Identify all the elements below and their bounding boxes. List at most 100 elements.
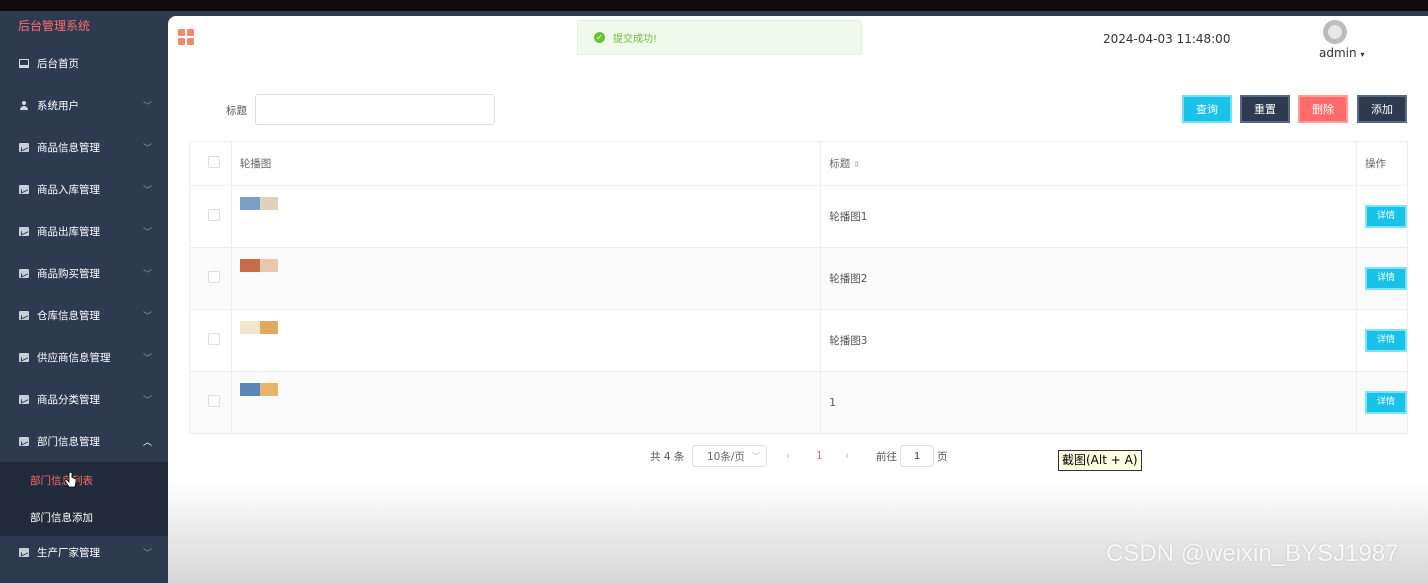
goto-page-input[interactable] xyxy=(900,445,934,467)
row-actions: 详情 xyxy=(1356,247,1408,310)
sidebar-item-purchase[interactable]: 商品购买管理 ﹀ xyxy=(0,252,168,294)
checkbox[interactable] xyxy=(208,271,221,283)
apps-grid-icon[interactable] xyxy=(178,29,195,46)
header-select-all[interactable] xyxy=(189,141,232,186)
sidebar-item-label: 商品分类管理 xyxy=(37,393,100,406)
column-header-actions: 操作 xyxy=(1356,141,1408,186)
sidebar-item-home[interactable]: 后台首页 xyxy=(0,42,168,84)
row-select[interactable] xyxy=(189,247,232,310)
row-select[interactable] xyxy=(189,185,232,248)
page-size-value: 10条/页 xyxy=(707,450,745,463)
detail-button[interactable]: 详情 xyxy=(1365,205,1407,228)
sidebar-item-supplier[interactable]: 供应商信息管理 ﹀ xyxy=(0,336,168,378)
row-actions: 详情 xyxy=(1356,371,1408,434)
detail-button[interactable]: 详情 xyxy=(1365,329,1407,352)
sidebar-item-label: 部门信息管理 xyxy=(37,435,100,448)
row-image-cell xyxy=(230,185,822,248)
row-actions: 详情 xyxy=(1356,185,1408,248)
user-name: admin xyxy=(1319,46,1357,60)
current-page[interactable]: 1 xyxy=(816,445,823,467)
sidebar-subitem-department-add[interactable]: 部门信息添加 xyxy=(0,499,168,536)
row-select[interactable] xyxy=(189,309,232,372)
top-window-bar xyxy=(0,0,1428,11)
chevron-down-icon: ﹀ xyxy=(142,186,152,196)
header-datetime: 2024-04-03 11:48:00 xyxy=(1103,32,1231,46)
chart-icon xyxy=(19,268,29,278)
detail-button[interactable]: 详情 xyxy=(1365,267,1407,290)
chevron-down-icon: ﹀ xyxy=(142,228,152,238)
table-header-row: 轮播图 标题 ⇕ 操作 xyxy=(189,141,1408,186)
row-image-cell xyxy=(230,371,822,434)
sidebar-item-product-info[interactable]: 商品信息管理 ﹀ xyxy=(0,126,168,168)
sidebar-item-label: 仓库信息管理 xyxy=(37,309,100,322)
sidebar-item-stock-out[interactable]: 商品出库管理 ﹀ xyxy=(0,210,168,252)
checkbox[interactable] xyxy=(208,156,221,168)
checkbox[interactable] xyxy=(208,333,221,345)
table-row: 轮播图1 详情 xyxy=(189,185,1408,248)
caret-down-icon: ▾ xyxy=(1360,50,1365,59)
sidebar-subitem-department-list[interactable]: 部门信息列表 xyxy=(0,462,168,499)
checkbox[interactable] xyxy=(208,395,221,407)
sidebar-item-label: 商品出库管理 xyxy=(37,225,100,238)
sidebar-item-label: 生产厂家管理 xyxy=(37,546,100,559)
detail-button[interactable]: 详情 xyxy=(1365,391,1407,414)
sidebar-item-label: 商品信息管理 xyxy=(37,141,100,154)
row-title: 1 xyxy=(820,371,1357,434)
chart-icon xyxy=(19,184,29,194)
row-select[interactable] xyxy=(189,371,232,434)
chevron-down-icon: ﹀ xyxy=(142,270,152,280)
sidebar: 后台管理系统 后台首页 系统用户 ﹀ 商品信息管理 ﹀ 商品入库管理 ﹀ 商品出… xyxy=(0,11,168,583)
chevron-down-icon: ﹀ xyxy=(142,312,152,322)
chevron-down-icon: ﹀ xyxy=(142,549,152,559)
row-title: 轮播图3 xyxy=(820,309,1357,372)
sidebar-item-label: 后台首页 xyxy=(37,57,79,70)
user-menu[interactable]: admin ▾ xyxy=(1319,46,1364,60)
row-title: 轮播图1 xyxy=(820,185,1357,248)
sort-icon[interactable]: ⇕ xyxy=(853,160,860,169)
sidebar-item-label: 系统用户 xyxy=(37,99,79,112)
brand-title: 后台管理系统 xyxy=(18,19,91,33)
row-image-cell xyxy=(230,247,822,310)
chart-icon xyxy=(19,436,29,446)
department-submenu: 部门信息列表 部门信息添加 xyxy=(0,462,168,536)
user-icon xyxy=(19,100,29,110)
sidebar-item-warehouse[interactable]: 仓库信息管理 ﹀ xyxy=(0,294,168,336)
sidebar-item-manufacturer[interactable]: 生产厂家管理 ﹀ xyxy=(0,536,168,568)
delete-button[interactable]: 删除 xyxy=(1298,95,1348,123)
sidebar-item-system-users[interactable]: 系统用户 ﹀ xyxy=(0,84,168,126)
title-search-input[interactable] xyxy=(255,94,495,125)
data-table: 轮播图 标题 ⇕ 操作 轮播图1 详情 轮播图2 详情 轮播图3 详情 1 详情 xyxy=(189,141,1408,434)
chevron-down-icon: ﹀ xyxy=(142,102,152,112)
chart-icon xyxy=(19,310,29,320)
carousel-thumbnail xyxy=(239,258,278,272)
table-row: 1 详情 xyxy=(189,371,1408,434)
toast-message: 提交成功! xyxy=(613,34,658,45)
checkbox[interactable] xyxy=(208,209,221,221)
page-size-select[interactable]: 10条/页 ﹀ xyxy=(692,445,767,467)
reset-button[interactable]: 重置 xyxy=(1240,95,1290,123)
query-button[interactable]: 查询 xyxy=(1182,95,1232,123)
sidebar-menu: 后台首页 系统用户 ﹀ 商品信息管理 ﹀ 商品入库管理 ﹀ 商品出库管理 ﹀ 商… xyxy=(0,42,168,568)
avatar[interactable] xyxy=(1323,20,1347,44)
success-toast: ✓ 提交成功! xyxy=(577,20,862,55)
chevron-down-icon: ﹀ xyxy=(142,144,152,154)
sidebar-item-category[interactable]: 商品分类管理 ﹀ xyxy=(0,378,168,420)
chart-icon xyxy=(19,394,29,404)
column-header-title-label: 标题 xyxy=(829,158,851,170)
column-header-title[interactable]: 标题 ⇕ xyxy=(820,141,1357,186)
check-circle-icon: ✓ xyxy=(594,32,605,43)
sidebar-item-label: 供应商信息管理 xyxy=(37,351,111,364)
watermark: CSDN @weixin_BYSJ1987 xyxy=(1106,540,1399,567)
page-suffix-label: 页 xyxy=(937,450,948,463)
add-button[interactable]: 添加 xyxy=(1357,95,1407,123)
sidebar-item-department[interactable]: 部门信息管理 ︿ xyxy=(0,420,168,462)
next-page-button[interactable]: › xyxy=(845,445,849,467)
prev-page-button[interactable]: ‹ xyxy=(786,445,790,467)
sidebar-item-label: 商品购买管理 xyxy=(37,267,100,280)
row-image-cell xyxy=(230,309,822,372)
chart-icon xyxy=(19,142,29,152)
search-label: 标题 xyxy=(226,105,247,117)
carousel-thumbnail xyxy=(239,196,278,210)
row-actions: 详情 xyxy=(1356,309,1408,372)
sidebar-item-stock-in[interactable]: 商品入库管理 ﹀ xyxy=(0,168,168,210)
